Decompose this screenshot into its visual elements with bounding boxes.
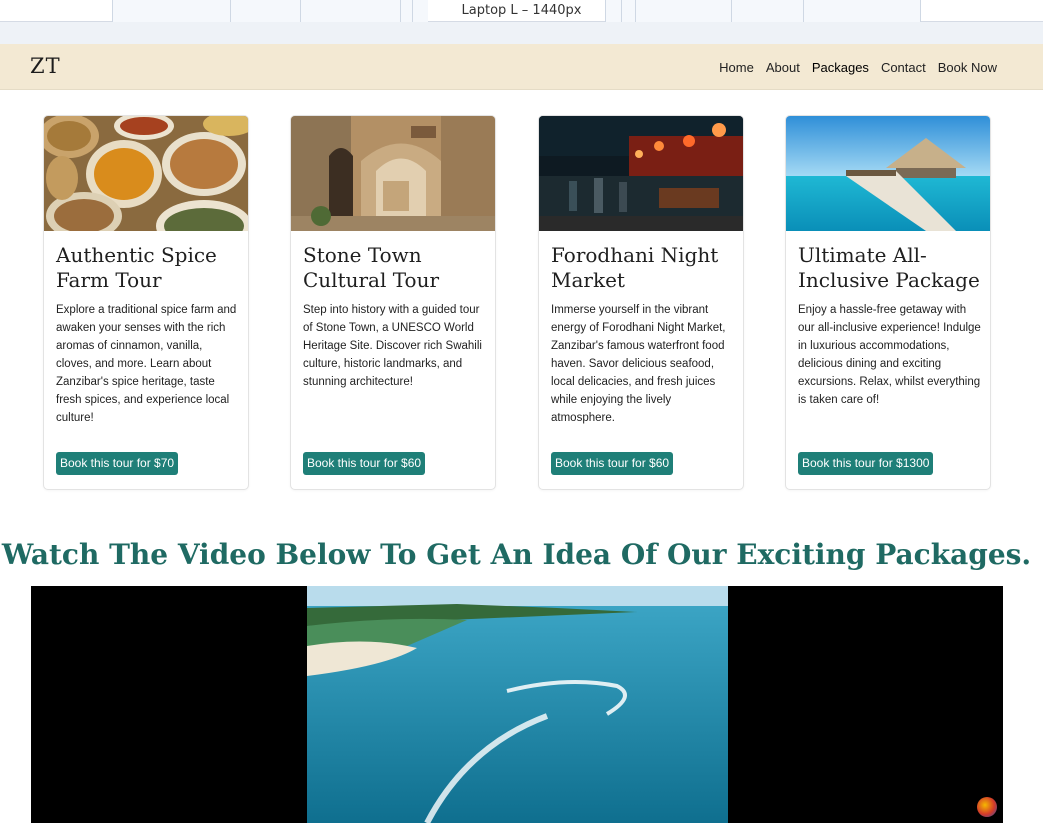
book-all-inclusive-button[interactable]: Book this tour for $1300: [798, 452, 934, 475]
tour-card-spice-farm: Authentic Spice Farm Tour Explore a trad…: [43, 115, 249, 490]
nav-book-now[interactable]: Book Now: [938, 60, 997, 75]
nav-contact[interactable]: Contact: [881, 60, 926, 75]
tour-cards: Authentic Spice Farm Tour Explore a trad…: [43, 115, 991, 490]
stone-town-image: [291, 116, 495, 231]
spice-market-image: [44, 116, 248, 231]
video-player[interactable]: [31, 586, 1003, 823]
card-description: Explore a traditional spice farm and awa…: [56, 304, 237, 424]
book-forodhani-button[interactable]: Book this tour for $60: [551, 452, 674, 475]
nav-home[interactable]: Home: [719, 60, 754, 75]
viewport-label: Laptop L – 1440px: [461, 3, 582, 18]
night-market-image: [539, 116, 743, 231]
tour-card-stone-town: Stone Town Cultural Tour Step into histo…: [290, 115, 496, 490]
card-title: Authentic Spice Farm Tour: [56, 243, 217, 292]
tour-card-all-inclusive: Ultimate All-Inclusive Package Enjoy a h…: [785, 115, 991, 490]
book-stone-town-button[interactable]: Book this tour for $60: [303, 452, 426, 475]
tour-card-forodhani: Forodhani Night Market Immerse yourself …: [538, 115, 744, 490]
nav-about[interactable]: About: [766, 60, 800, 75]
card-title: Forodhani Night Market: [551, 243, 719, 292]
video-section-heading: Watch The Video Below To Get An Idea Of …: [1, 538, 1032, 571]
viewport-gap: [0, 22, 1043, 44]
card-title: Ultimate All-Inclusive Package: [798, 243, 980, 292]
beach-hut-image: [786, 116, 990, 231]
video-frame[interactable]: [307, 586, 728, 823]
book-spice-farm-button[interactable]: Book this tour for $70: [56, 452, 179, 475]
nav-packages[interactable]: Packages: [812, 60, 869, 75]
brand-logo[interactable]: ZT: [30, 54, 61, 78]
devtools-responsive-ruler: Laptop L – 1440px: [0, 0, 1043, 22]
main-nav: Home About Packages Contact Book Now: [719, 60, 997, 75]
card-description: Immerse yourself in the vibrant energy o…: [551, 304, 726, 424]
card-description: Enjoy a hassle-free getaway with our all…: [798, 304, 981, 406]
navbar: ZT Home About Packages Contact Book Now: [0, 44, 1043, 90]
card-description: Step into history with a guided tour of …: [303, 304, 482, 388]
channel-avatar-icon[interactable]: [977, 797, 997, 817]
card-title: Stone Town Cultural Tour: [303, 243, 440, 292]
